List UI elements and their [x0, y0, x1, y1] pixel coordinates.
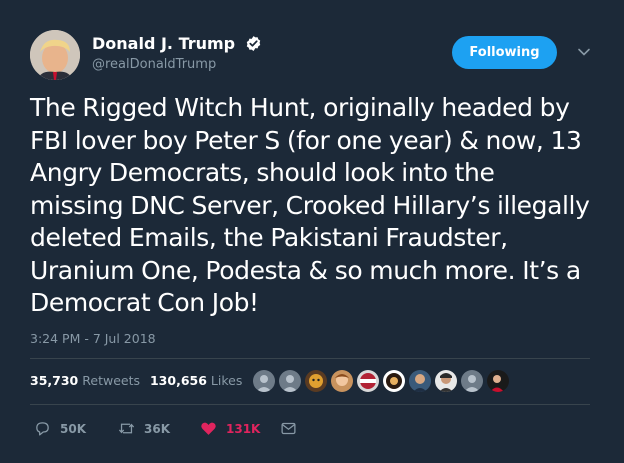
retweets-label[interactable]: Retweets: [82, 373, 140, 388]
retweet-count: 36K: [144, 421, 170, 436]
likes-count[interactable]: 130,656: [150, 373, 207, 388]
tweet-text-line: Uranium One, Podesta & so much more. It’…: [30, 255, 581, 285]
liker-avatar[interactable]: [305, 370, 327, 392]
tweet-text-line: deleted Emails, the Pakistani Fraudster,: [30, 223, 508, 252]
chevron-down-icon[interactable]: [576, 44, 592, 60]
liker-avatars: [253, 370, 513, 392]
liker-avatar[interactable]: [279, 370, 301, 392]
liker-avatar[interactable]: [357, 370, 379, 392]
author-avatar[interactable]: [30, 30, 80, 80]
like-count: 131K: [226, 421, 261, 436]
tweet-timestamp[interactable]: 3:24 PM - 7 Jul 2018: [30, 331, 156, 346]
tweet-stats: 35,730 Retweets 130,656 Likes: [30, 373, 252, 388]
tweet-text-line: The Rigged Witch Hunt, originally headed…: [30, 93, 570, 122]
verified-badge-icon: [245, 35, 262, 52]
heart-icon: [201, 422, 216, 435]
author-name-block: Donald J. Trump @realDonaldTrump: [92, 33, 262, 72]
liker-avatar[interactable]: [487, 370, 509, 392]
like-button[interactable]: 131K: [200, 420, 280, 437]
tweet-card: Donald J. Trump @realDonaldTrump Followi…: [0, 0, 624, 463]
author-display-name[interactable]: Donald J. Trump: [92, 34, 235, 53]
tweet-text-line: Angry Democrats, should look into the: [30, 158, 495, 187]
liker-avatar[interactable]: [435, 370, 457, 392]
divider: [30, 404, 590, 405]
liker-avatar[interactable]: [331, 370, 353, 392]
reply-button[interactable]: 50K: [34, 420, 118, 437]
tweet-text: The Rigged Witch Hunt, originally headed…: [30, 92, 610, 320]
divider: [30, 358, 590, 359]
retweet-icon: [118, 423, 135, 434]
liker-avatar[interactable]: [383, 370, 405, 392]
reply-icon: [36, 422, 49, 436]
author-handle[interactable]: @realDonaldTrump: [92, 57, 262, 72]
tweet-text-line: FBI lover boy Peter S (for one year) & n…: [30, 125, 582, 155]
envelope-icon: [281, 422, 296, 435]
liker-avatar[interactable]: [409, 370, 431, 392]
tweet-actions: 50K 36K 131K: [34, 420, 297, 437]
message-button[interactable]: [280, 420, 297, 437]
following-button[interactable]: Following: [452, 36, 557, 69]
tweet-text-line: Democrat Con Job!: [30, 288, 259, 317]
likes-label[interactable]: Likes: [211, 373, 242, 388]
retweet-button[interactable]: 36K: [118, 420, 200, 437]
reply-count: 50K: [60, 421, 86, 436]
liker-avatar[interactable]: [253, 370, 275, 392]
liker-avatar[interactable]: [461, 370, 483, 392]
tweet-text-line: missing DNC Server, Crooked Hillary’s il…: [30, 190, 590, 220]
retweets-count[interactable]: 35,730: [30, 373, 78, 388]
